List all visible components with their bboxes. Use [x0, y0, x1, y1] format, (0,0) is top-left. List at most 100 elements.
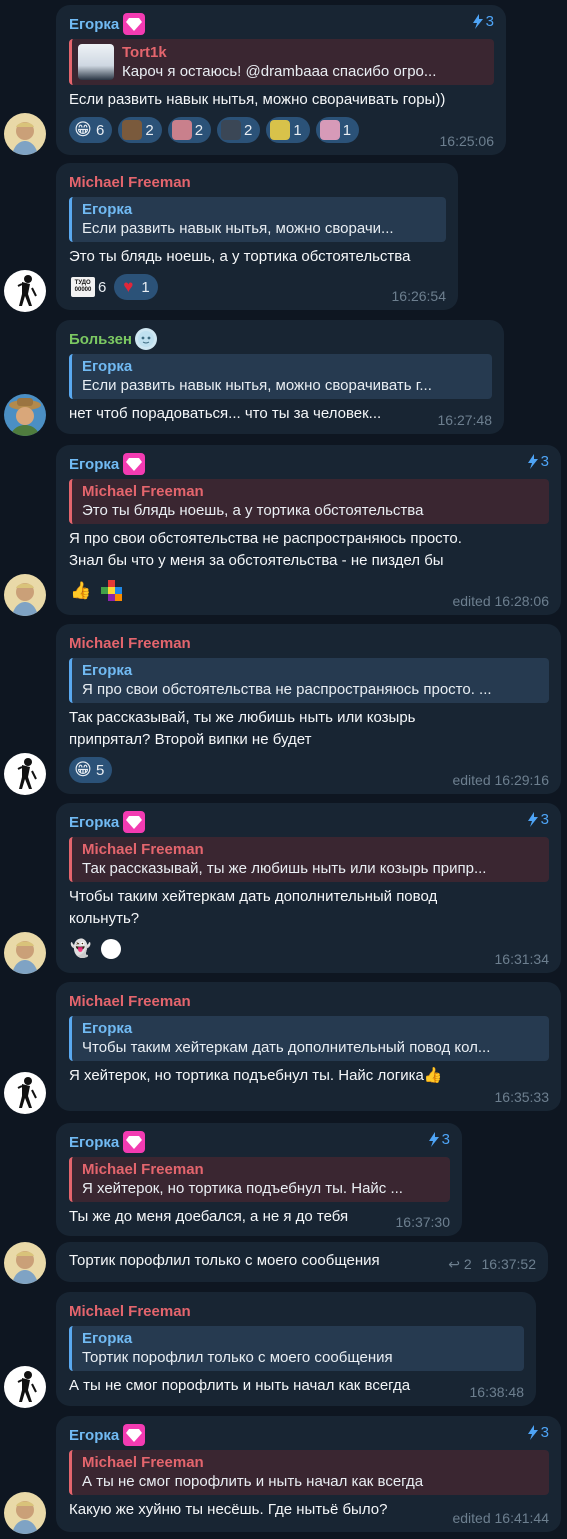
sender-name[interactable]: Michael Freeman	[69, 635, 191, 652]
reply-sender: Егорка	[82, 1020, 133, 1037]
reply-text: Если развить навык нытья, можно сворачи.…	[82, 220, 394, 237]
timestamp: edited 16:29:16	[452, 772, 549, 788]
timestamp: 16:38:48	[469, 1384, 525, 1400]
reactions: ТУДО 00000 6 ♥ 1	[69, 274, 446, 300]
thumbs-up-emoji-icon: 👍	[70, 581, 92, 600]
avatar-egorka[interactable]	[4, 574, 46, 616]
avatar-egorka[interactable]	[4, 1242, 46, 1284]
reply-sender: Егорка	[82, 358, 133, 375]
reaction[interactable]: 👻	[69, 936, 93, 962]
reply-arrow-icon: ↩	[448, 1256, 460, 1272]
reaction[interactable]: 1	[266, 117, 310, 143]
reply-quote[interactable]: Michael Freeman Так рассказывай, ты же л…	[69, 837, 549, 882]
reaction[interactable]: 1	[315, 117, 360, 143]
timestamp: 16:31:34	[494, 951, 550, 967]
lightning-icon	[527, 812, 538, 827]
sender-name[interactable]: Егорка	[69, 1134, 119, 1151]
avatar-michael[interactable]	[4, 1072, 46, 1114]
user-avatar-1-icon	[122, 120, 143, 140]
message-bubble[interactable]: Тортик порофлил только с моего сообщения…	[56, 1242, 548, 1282]
lightning-icon	[428, 1132, 439, 1147]
message-bubble[interactable]: Бользен Егорка Если развить навык нытья,…	[56, 320, 504, 434]
reactions: 😁 6 2 2 2 1 1	[69, 117, 494, 143]
avatar-egorka[interactable]	[4, 113, 46, 155]
sender-name[interactable]: Michael Freeman	[69, 993, 191, 1010]
reply-sender: Michael Freeman	[82, 1161, 204, 1178]
reaction[interactable]: 😁 6	[69, 117, 113, 143]
sender-name[interactable]: Michael Freeman	[69, 1303, 191, 1320]
reply-quote[interactable]: Егорка Если развить навык нытья, можно с…	[69, 354, 492, 399]
avatar-bolzen[interactable]	[4, 394, 46, 436]
reply-sender: Michael Freeman	[82, 483, 204, 500]
message-text: Я хейтерок, но тортика подъебнул ты. Най…	[69, 1067, 443, 1084]
user-avatar-2-icon	[171, 120, 192, 140]
reaction[interactable]: 😁 5	[69, 757, 113, 783]
sender-name[interactable]: Егорка	[69, 456, 119, 473]
reaction[interactable]: 2	[118, 117, 162, 143]
message-text: Чтобы таким хейтеркам дать дополнительны…	[69, 888, 438, 927]
sender-name[interactable]: Егорка	[69, 814, 119, 831]
avatar-egorka[interactable]	[4, 1492, 46, 1534]
message-bubble[interactable]: Michael Freeman Егорка Чтобы таким хейте…	[56, 982, 561, 1111]
avatar-michael[interactable]	[4, 753, 46, 795]
avatar-michael[interactable]	[4, 1366, 46, 1408]
message-text: Так рассказывай, ты же любишь ныть или к…	[69, 709, 416, 748]
reply-quote[interactable]: Егорка Тортик порофлил только с моего со…	[69, 1326, 524, 1371]
reply-text: Тортик порофлил только с моего сообщения	[82, 1349, 393, 1366]
sender-name[interactable]: Michael Freeman	[69, 174, 191, 191]
reply-quote[interactable]: Егорка Если развить навык нытья, можно с…	[69, 197, 446, 242]
reaction[interactable]: ♥ 1	[114, 274, 158, 300]
color-blocks-emoji-icon	[101, 580, 122, 601]
message-bubble[interactable]: Егорка 3 Michael Freeman Я хейтерок, но …	[56, 1123, 462, 1236]
message-bubble[interactable]: Егорка 3 Michael Freeman А ты не смог по…	[56, 1416, 561, 1532]
timestamp: 16:27:48	[437, 412, 493, 428]
reaction[interactable]: 2	[217, 117, 261, 143]
avatar-michael[interactable]	[4, 270, 46, 312]
sender-name[interactable]: Бользен	[69, 331, 132, 348]
reply-quote[interactable]: Егорка Я про свои обстоятельства не расп…	[69, 658, 549, 703]
message-bubble[interactable]: Егорка 3 Tort1k Кароч я остаюсь! @dramba…	[56, 5, 506, 155]
timestamp: 16:37:52	[481, 1256, 537, 1272]
user-avatar-4-icon	[270, 120, 291, 140]
message-text: Я про свои обстоятельства не распростран…	[69, 530, 462, 569]
diamond-badge-icon	[123, 453, 146, 475]
reaction[interactable]	[99, 578, 125, 604]
message-bubble[interactable]: Michael Freeman Егорка Я про свои обстоя…	[56, 624, 561, 794]
reply-text: Чтобы таким хейтеркам дать дополнительны…	[82, 1039, 491, 1056]
message-text: Если развить навык нытья, можно сворачив…	[69, 91, 446, 108]
avatar-egorka[interactable]	[4, 932, 46, 974]
reply-quote[interactable]: Michael Freeman Это ты блядь ноешь, а у …	[69, 479, 549, 524]
reply-sender: Tort1k	[122, 43, 167, 61]
user-avatar-3-icon	[221, 120, 242, 140]
thumbs-up-emoji-icon: 👍	[423, 1067, 443, 1084]
message-bubble[interactable]: Michael Freeman Егорка Тортик порофлил т…	[56, 1292, 536, 1406]
reaction[interactable]	[99, 936, 123, 962]
reply-quote[interactable]: Tort1k Кароч я остаюсь! @drambaaa спасиб…	[69, 39, 494, 85]
message-bubble[interactable]: Егорка 3 Michael Freeman Это ты блядь но…	[56, 445, 561, 615]
reply-text: Я хейтерок, но тортика подъебнул ты. Най…	[82, 1180, 403, 1197]
reply-sender: Егорка	[82, 662, 133, 679]
emoji-status-icon	[134, 328, 157, 350]
reply-sender: Егорка	[82, 1330, 133, 1347]
lightning-icon	[527, 1425, 538, 1440]
timestamp: edited 16:28:06	[452, 593, 549, 609]
reply-text: Если развить навык нытья, можно сворачив…	[82, 377, 432, 394]
message-text: нет чтоб порадоваться... что ты за челов…	[69, 405, 382, 422]
reaction[interactable]: 2	[167, 117, 212, 143]
reply-quote[interactable]: Michael Freeman Я хейтерок, но тортика п…	[69, 1157, 450, 1202]
grinning-emoji-icon: 😁	[74, 760, 92, 779]
replies-indicator[interactable]: ↩ 2	[448, 1256, 471, 1272]
message-bubble[interactable]: Егорка 3 Michael Freeman Так рассказывай…	[56, 803, 561, 973]
reaction[interactable]: 👍	[69, 578, 93, 604]
reply-quote[interactable]: Michael Freeman А ты не смог порофлить и…	[69, 1450, 549, 1495]
message-bubble[interactable]: Michael Freeman Егорка Если развить навы…	[56, 163, 458, 310]
user-avatar-reaction-icon	[101, 939, 121, 959]
boost-indicator: 3	[527, 1424, 549, 1441]
reply-quote[interactable]: Егорка Чтобы таким хейтеркам дать дополн…	[69, 1016, 549, 1061]
sender-name[interactable]: Егорка	[69, 16, 119, 33]
reaction[interactable]: ТУДО 00000 6	[69, 274, 108, 300]
sender-name[interactable]: Егорка	[69, 1427, 119, 1444]
boost-indicator: 3	[428, 1131, 450, 1148]
diamond-badge-icon	[123, 1424, 146, 1446]
reply-sender: Michael Freeman	[82, 1454, 204, 1471]
